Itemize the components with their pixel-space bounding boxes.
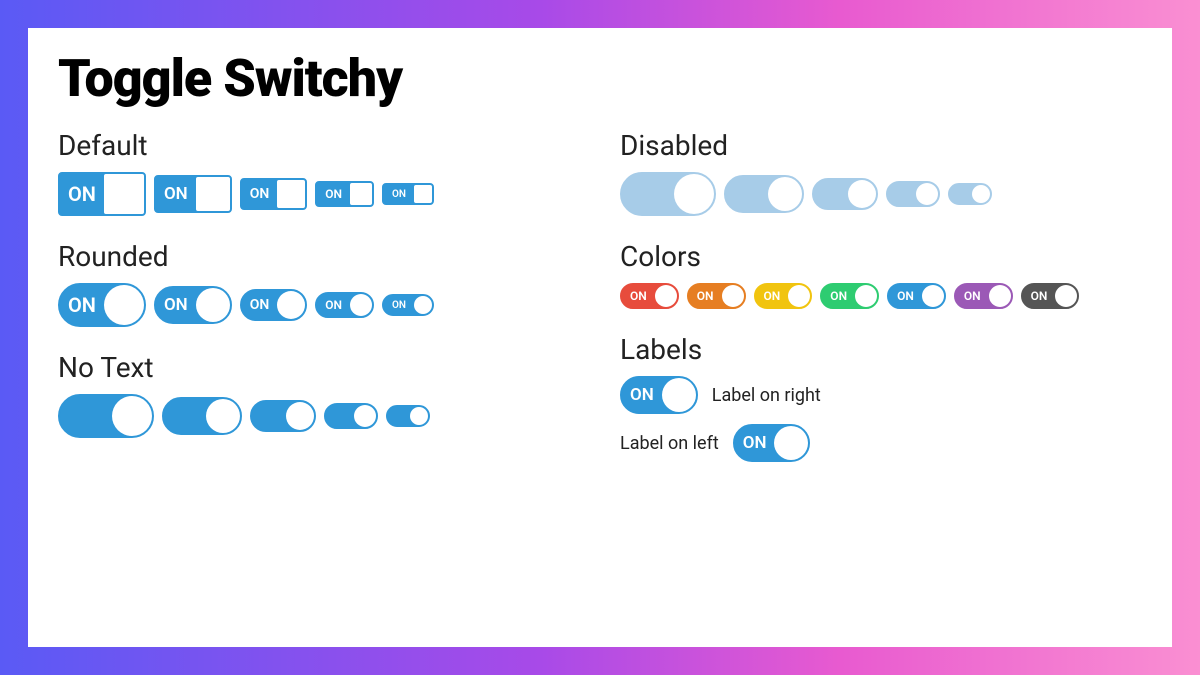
toggle-color-yellow[interactable]: ON xyxy=(754,283,813,309)
toggle-thumb xyxy=(350,183,372,205)
toggle-rounded-md[interactable]: ON xyxy=(240,289,308,321)
toggle-color-purple[interactable]: ON xyxy=(954,283,1013,309)
toggle-thumb xyxy=(196,288,230,322)
toggle-thumb xyxy=(722,285,744,307)
section-colors: Colors ON ON ON ON ON ON ON xyxy=(620,240,1142,309)
toggle-color-green[interactable]: ON xyxy=(820,283,879,309)
toggle-disabled-xs xyxy=(948,183,992,205)
toggle-thumb xyxy=(354,405,376,427)
toggle-thumb xyxy=(972,185,990,203)
section-title-rounded: Rounded xyxy=(58,240,580,273)
toggle-color-red[interactable]: ON xyxy=(620,283,679,309)
toggle-thumb xyxy=(922,285,944,307)
toggle-thumb xyxy=(206,399,240,433)
section-title-default: Default xyxy=(58,129,580,162)
toggle-label-left[interactable]: ON xyxy=(733,424,811,462)
toggle-external-label-left: Label on left xyxy=(620,433,719,454)
toggle-disabled-sm xyxy=(886,181,940,207)
toggle-rounded-xs[interactable]: ON xyxy=(382,294,434,316)
toggle-thumb xyxy=(277,180,305,208)
toggle-default-xs[interactable]: ON xyxy=(382,183,434,205)
toggle-thumb xyxy=(655,285,677,307)
toggle-thumb xyxy=(662,378,696,412)
toggle-thumb xyxy=(855,285,877,307)
toggle-color-blue[interactable]: ON xyxy=(887,283,946,309)
toggle-label-right[interactable]: ON xyxy=(620,376,698,414)
section-rounded: Rounded ON ON ON ON ON xyxy=(58,240,580,327)
toggle-thumb xyxy=(410,407,428,425)
section-notext: No Text xyxy=(58,351,580,438)
toggle-thumb xyxy=(196,177,230,211)
section-title-notext: No Text xyxy=(58,351,580,384)
col-right: Disabled Colors ON ON ON ON ON ON xyxy=(620,129,1142,486)
toggle-thumb xyxy=(414,296,432,314)
toggle-thumb xyxy=(112,396,152,436)
toggle-external-label-right: Label on right xyxy=(712,385,821,406)
toggle-default-md[interactable]: ON xyxy=(240,178,308,210)
toggle-rounded-sm[interactable]: ON xyxy=(315,292,374,318)
toggle-thumb xyxy=(350,294,372,316)
section-disabled: Disabled xyxy=(620,129,1142,216)
toggle-default-xl[interactable]: ON xyxy=(58,172,146,216)
toggle-default-sm[interactable]: ON xyxy=(315,181,374,207)
toggle-thumb xyxy=(774,426,808,460)
demo-panel: Toggle Switchy Default ON ON ON ON ON Ro… xyxy=(28,28,1172,647)
section-title-labels: Labels xyxy=(620,333,1142,366)
toggle-notext-xs[interactable] xyxy=(386,405,430,427)
toggle-disabled-xl xyxy=(620,172,716,216)
toggle-notext-md[interactable] xyxy=(250,400,316,432)
col-left: Default ON ON ON ON ON Rounded ON ON ON … xyxy=(58,129,580,486)
section-default: Default ON ON ON ON ON xyxy=(58,129,580,216)
toggle-thumb xyxy=(104,285,144,325)
toggle-notext-lg[interactable] xyxy=(162,397,242,435)
toggle-default-lg[interactable]: ON xyxy=(154,175,232,213)
toggle-thumb xyxy=(674,174,714,214)
toggle-color-gray[interactable]: ON xyxy=(1021,283,1080,309)
toggle-thumb xyxy=(989,285,1011,307)
section-labels: Labels ON Label on right Label on left O… xyxy=(620,333,1142,462)
toggle-thumb xyxy=(788,285,810,307)
toggle-thumb xyxy=(414,185,432,203)
toggle-color-orange[interactable]: ON xyxy=(687,283,746,309)
toggle-rounded-lg[interactable]: ON xyxy=(154,286,232,324)
toggle-disabled-md xyxy=(812,178,878,210)
toggle-thumb xyxy=(286,402,314,430)
section-title-colors: Colors xyxy=(620,240,1142,273)
section-title-disabled: Disabled xyxy=(620,129,1142,162)
toggle-thumb xyxy=(277,291,305,319)
toggle-disabled-lg xyxy=(724,175,804,213)
toggle-rounded-xl[interactable]: ON xyxy=(58,283,146,327)
toggle-notext-xl[interactable] xyxy=(58,394,154,438)
toggle-thumb xyxy=(916,183,938,205)
toggle-notext-sm[interactable] xyxy=(324,403,378,429)
toggle-thumb xyxy=(768,177,802,211)
toggle-thumb xyxy=(1055,285,1077,307)
toggle-thumb xyxy=(104,174,144,214)
page-title: Toggle Switchy xyxy=(58,48,1142,109)
toggle-thumb xyxy=(848,180,876,208)
